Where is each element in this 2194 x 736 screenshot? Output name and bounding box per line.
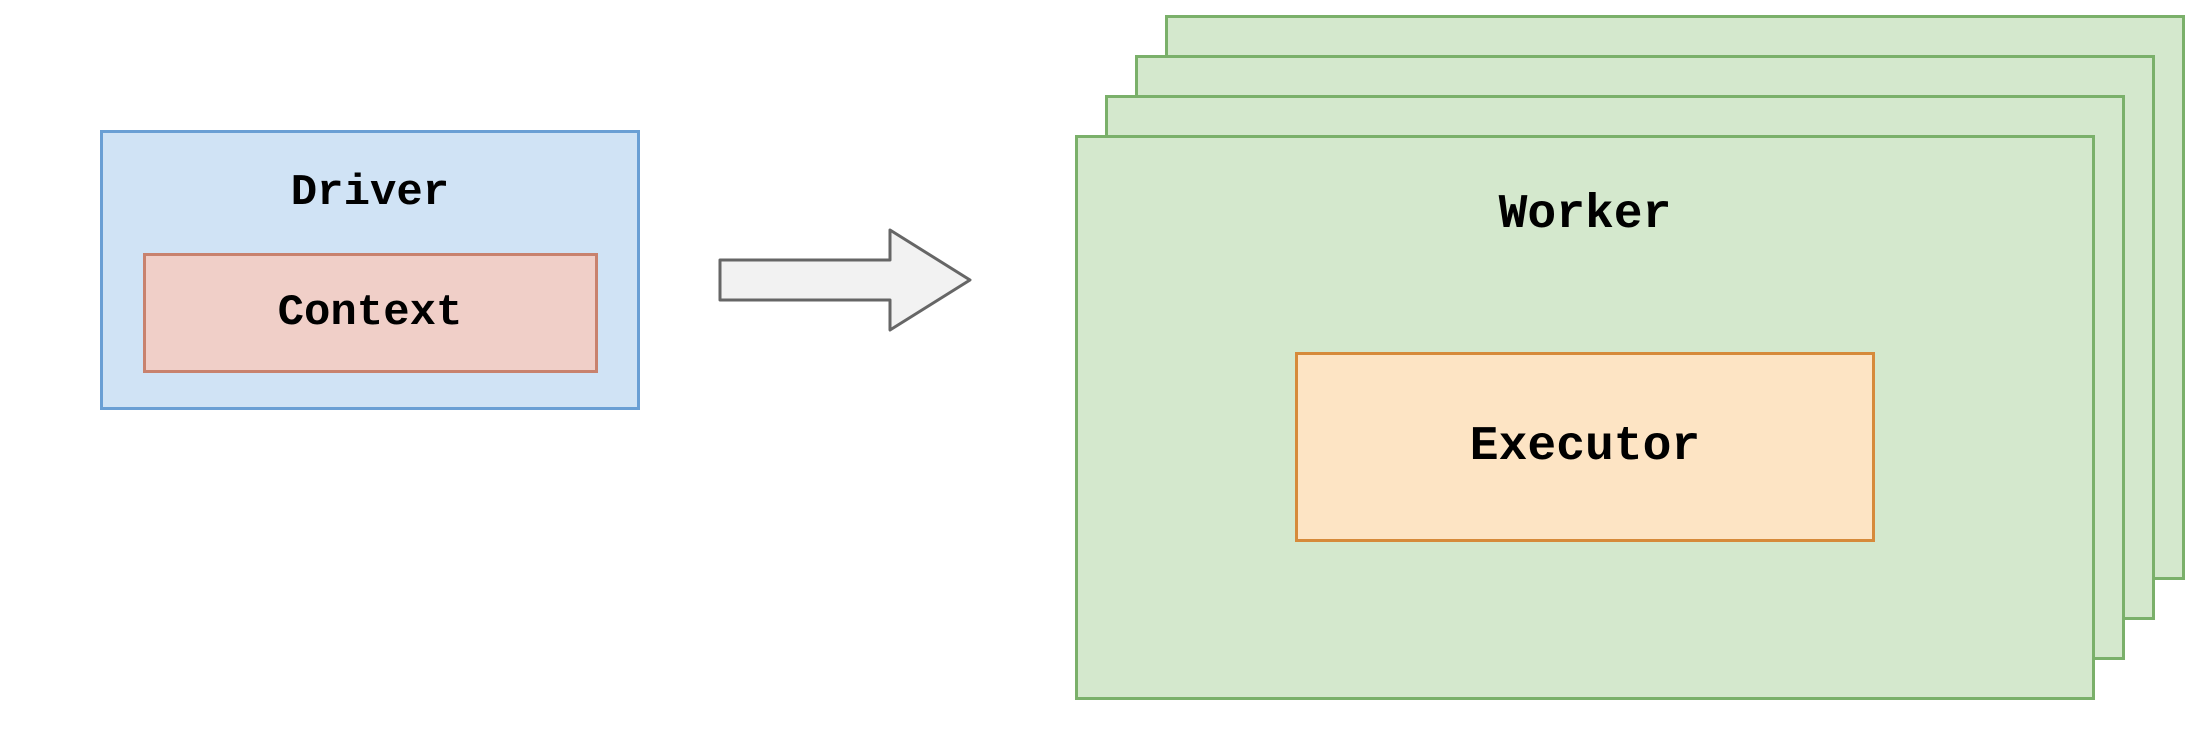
worker-label: Worker xyxy=(1499,188,1672,242)
driver-box: Driver Context xyxy=(100,130,640,410)
executor-box: Executor xyxy=(1295,352,1875,542)
executor-label: Executor xyxy=(1470,420,1700,474)
context-box: Context xyxy=(143,253,598,373)
worker-card-front: Worker Executor xyxy=(1075,135,2095,700)
arrow-icon xyxy=(715,225,975,335)
context-label: Context xyxy=(278,288,463,338)
driver-label: Driver xyxy=(291,168,449,218)
